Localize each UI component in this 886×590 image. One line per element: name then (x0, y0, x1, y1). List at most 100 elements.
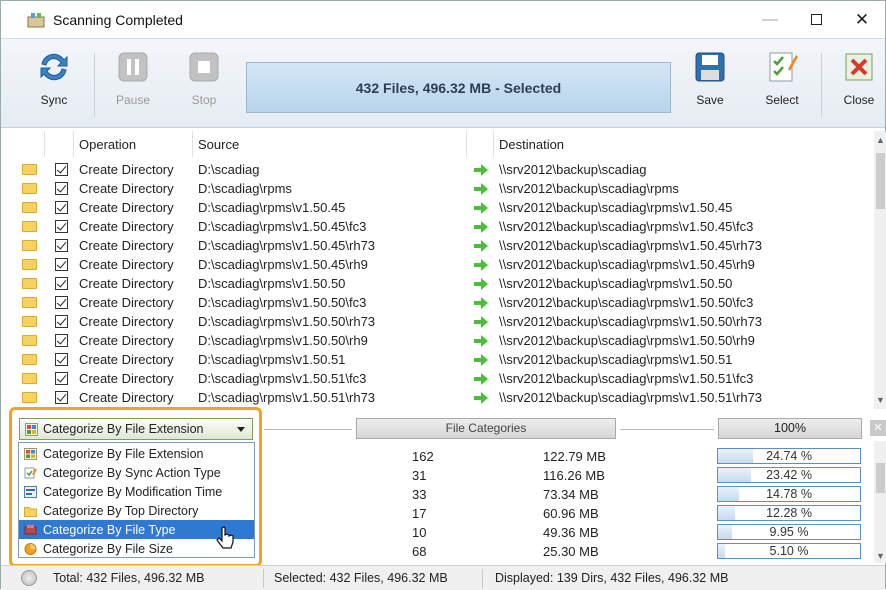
source-cell: D:\scadiag\rpms\v1.50.50\rh9 (198, 333, 368, 348)
minimize-button[interactable]: — (747, 1, 793, 38)
scroll-up-icon[interactable]: ▲ (876, 135, 885, 145)
scroll-down-icon[interactable]: ▼ (876, 395, 885, 405)
arrow-right-icon (474, 240, 488, 252)
table-row[interactable]: Create Directory D:\scadiag\rpms\v1.50.50… (16, 331, 874, 350)
row-checkbox[interactable] (55, 258, 68, 271)
operation-cell: Create Directory (79, 333, 174, 348)
source-cell: D:\scadiag\rpms\v1.50.45 (198, 200, 346, 215)
file-categories-header-button[interactable]: File Categories (356, 418, 616, 439)
folder-icon (22, 240, 37, 251)
row-checkbox[interactable] (55, 372, 68, 385)
folder-icon (22, 202, 37, 213)
table-row[interactable]: Create Directory D:\scadiag\rpms\v1.50.51… (16, 388, 874, 407)
operation-cell: Create Directory (79, 162, 174, 177)
row-checkbox[interactable] (55, 391, 68, 404)
operation-cell: Create Directory (79, 276, 174, 291)
categories-scrollbar[interactable]: ▼ (874, 441, 886, 563)
toolbar: Sync Pause Stop 432 Files, 496.32 MB - S… (1, 38, 885, 128)
row-checkbox[interactable] (55, 353, 68, 366)
source-cell: D:\scadiag\rpms\v1.50.51 (198, 352, 346, 367)
maximize-button[interactable] (793, 1, 839, 38)
arrow-right-icon (474, 221, 488, 233)
destination-cell: \\srv2012\backup\scadiag\rpms\v1.50.45 (499, 200, 733, 215)
arrow-right-icon (474, 297, 488, 309)
pause-button[interactable]: Pause (113, 49, 153, 121)
folder-icon (22, 392, 37, 403)
select-button[interactable]: Select (762, 49, 802, 121)
table-row[interactable]: Create Directory D:\scadiag\rpms\v1.50.50… (16, 293, 874, 312)
folder-icon (22, 164, 37, 175)
table-row[interactable]: Create Directory D:\scadiag\rpms\v1.50.45… (16, 236, 874, 255)
destination-cell: \\srv2012\backup\scadiag\rpms\v1.50.51\f… (499, 371, 754, 386)
select-label: Select (765, 93, 799, 107)
row-checkbox[interactable] (55, 163, 68, 176)
category-file-count: 162 (412, 449, 434, 464)
maximize-icon (810, 14, 822, 25)
table-row[interactable]: Create Directory D:\scadiag\rpms\v1.50.50… (16, 312, 874, 331)
row-checkbox[interactable] (55, 220, 68, 233)
operations-grid[interactable]: Operation Source Destination Create Dire… (16, 131, 874, 409)
column-separator (493, 131, 494, 157)
table-row[interactable]: Create Directory D:\scadiag\rpms\v1.50.50… (16, 274, 874, 293)
column-header-source[interactable]: Source (198, 137, 239, 152)
row-checkbox[interactable] (55, 277, 68, 290)
scrollbar-thumb[interactable] (876, 153, 885, 209)
table-row[interactable]: Create Directory D:\scadiag\rpms\v1.50.45… (16, 217, 874, 236)
destination-cell: \\srv2012\backup\scadiag\rpms (499, 181, 679, 196)
row-checkbox[interactable] (55, 296, 68, 309)
category-size: 49.36 MB (543, 525, 599, 540)
category-file-count: 33 (412, 487, 427, 502)
stop-button[interactable]: Stop (184, 49, 224, 121)
column-header-operation[interactable]: Operation (79, 137, 136, 152)
table-row[interactable]: Create Directory D:\scadiag\rpms \\srv2012… (16, 179, 874, 198)
row-checkbox[interactable] (55, 315, 68, 328)
status-displayed: Displayed: 139 Dirs, 432 Files, 496.32 M… (495, 571, 729, 585)
category-file-count: 31 (412, 468, 427, 483)
folder-icon (22, 316, 37, 327)
grid-scrollbar[interactable]: ▲ ▼ (874, 131, 886, 409)
destination-cell: \\srv2012\backup\scadiag (499, 162, 647, 177)
percent-header-button[interactable]: 100% (718, 418, 862, 439)
source-cell: D:\scadiag (198, 162, 260, 177)
operation-cell: Create Directory (79, 257, 174, 272)
close-button[interactable]: Close (839, 49, 879, 121)
divider-line (620, 429, 714, 430)
table-row[interactable]: Create Directory D:\scadiag\rpms\v1.50.51… (16, 350, 874, 369)
status-divider (263, 569, 264, 588)
grid-header: Operation Source Destination (16, 131, 874, 157)
row-checkbox[interactable] (55, 182, 68, 195)
operation-cell: Create Directory (79, 390, 174, 405)
source-cell: D:\scadiag\rpms\v1.50.50 (198, 276, 346, 291)
row-checkbox[interactable] (55, 201, 68, 214)
category-percent-label: 14.78 % (766, 487, 812, 501)
category-size: 73.34 MB (543, 487, 599, 502)
divider-line (264, 429, 352, 430)
status-indicator-icon (21, 570, 37, 586)
arrow-right-icon (474, 164, 488, 176)
category-percent-label: 24.74 % (766, 449, 812, 463)
scrollbar-thumb[interactable] (876, 463, 885, 493)
column-header-destination[interactable]: Destination (499, 137, 564, 152)
status-divider (482, 569, 483, 588)
close-panel-icon[interactable]: ✕ (870, 420, 886, 436)
table-row[interactable]: Create Directory D:\scadiag\rpms\v1.50.45… (16, 255, 874, 274)
save-button[interactable]: Save (690, 49, 730, 121)
category-size: 116.26 MB (543, 468, 605, 483)
row-checkbox[interactable] (55, 334, 68, 347)
operation-cell: Create Directory (79, 295, 174, 310)
status-bar: Total: 432 Files, 496.32 MB Selected: 43… (1, 565, 885, 590)
category-size: 25.30 MB (543, 544, 599, 559)
source-cell: D:\scadiag\rpms\v1.50.51\fc3 (198, 371, 367, 386)
app-window: Scanning Completed — ✕ Sync Pause Stop 4… (0, 0, 886, 590)
operation-cell: Create Directory (79, 200, 174, 215)
table-row[interactable]: Create Directory D:\scadiag\rpms\v1.50.45… (16, 198, 874, 217)
table-row[interactable]: Create Directory D:\scadiag\rpms\v1.50.51… (16, 369, 874, 388)
table-row[interactable]: Create Directory D:\scadiag \\srv2012\back… (16, 160, 874, 179)
scroll-down-icon[interactable]: ▼ (876, 551, 885, 561)
operation-cell: Create Directory (79, 219, 174, 234)
row-checkbox[interactable] (55, 239, 68, 252)
column-separator (73, 131, 74, 157)
window-close-button[interactable]: ✕ (839, 1, 885, 38)
sync-button[interactable]: Sync (34, 49, 74, 121)
category-percent-bar: 5.10 % (717, 543, 861, 559)
